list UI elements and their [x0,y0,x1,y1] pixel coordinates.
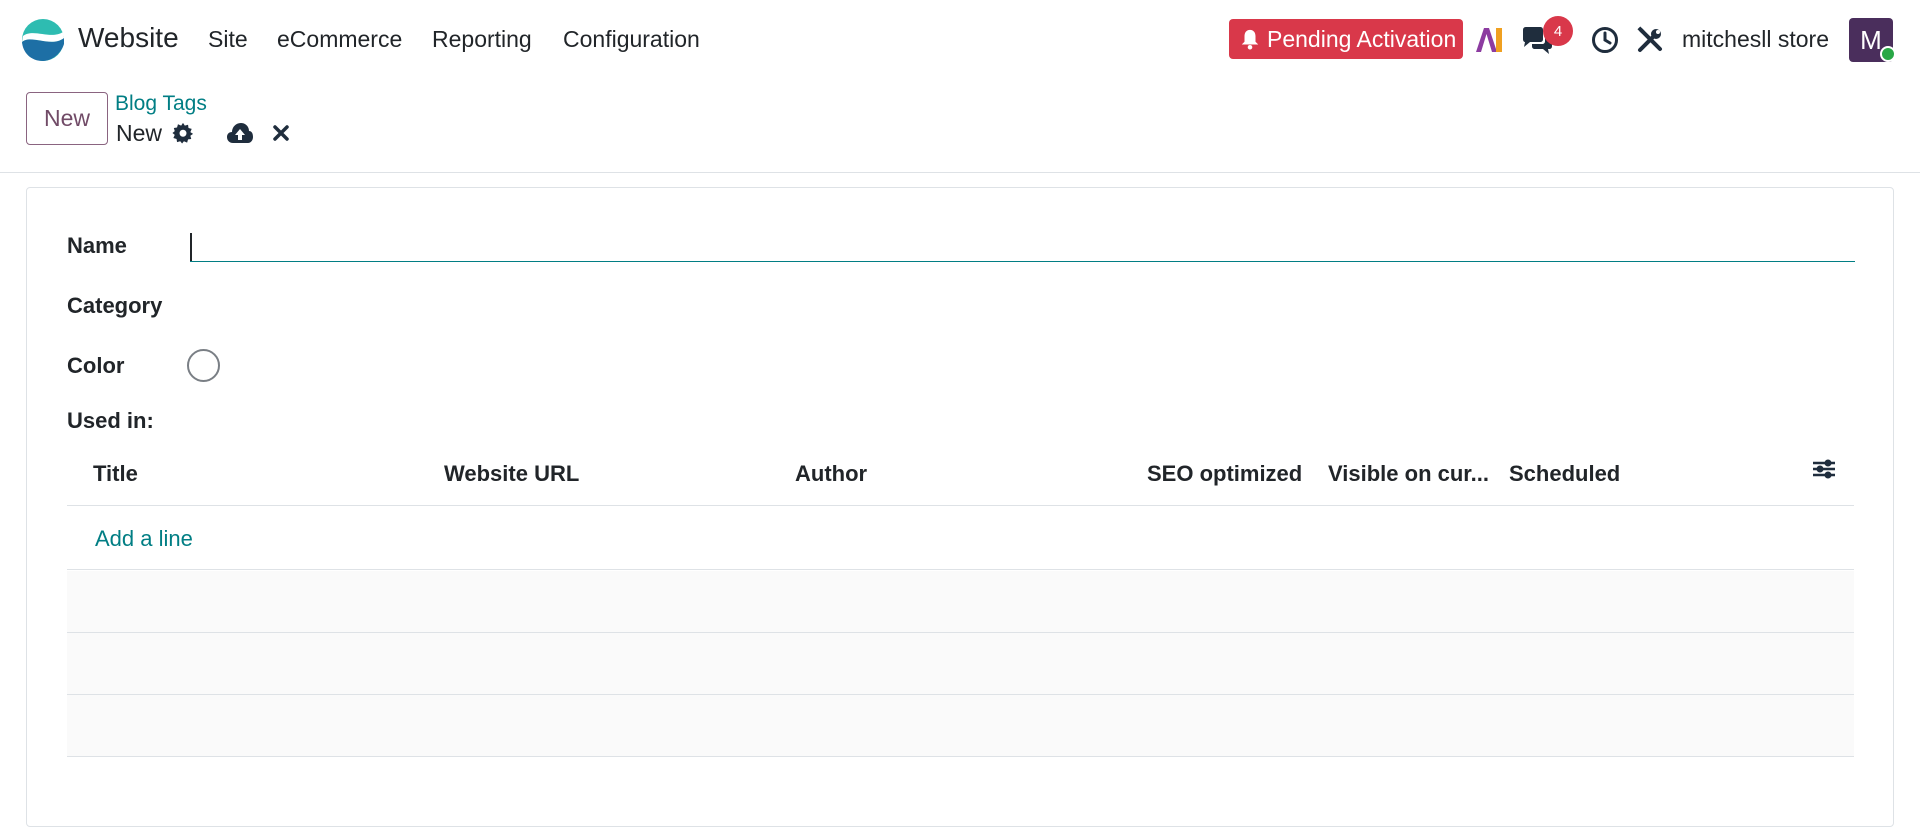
table-row [67,695,1854,757]
column-visible-on-current-website[interactable]: Visible on cur... [1328,461,1493,487]
add-a-line-link[interactable]: Add a line [95,526,193,552]
used-in-label: Used in: [67,408,154,433]
top-navbar: Website Site eCommerce Reporting Configu… [0,0,1920,80]
add-line-row: Add a line [67,506,1854,570]
menu-site[interactable]: Site [208,26,248,53]
online-status-dot [1880,46,1896,62]
menu-reporting[interactable]: Reporting [432,26,532,53]
cloud-upload-icon[interactable] [226,122,254,144]
breadcrumb-blog-tags[interactable]: Blog Tags [115,92,207,116]
color-label: Color [67,353,125,378]
color-picker[interactable] [187,349,220,382]
text-cursor [190,233,192,261]
website-app-icon[interactable] [21,18,65,62]
messages-count-badge: 4 [1543,16,1573,46]
pending-activation-button[interactable]: Pending Activation [1229,19,1463,59]
control-panel: New Blog Tags New [0,80,1920,173]
optional-columns-icon[interactable] [1811,457,1837,481]
column-website-url[interactable]: Website URL [444,461,579,487]
new-button[interactable]: New [26,92,108,145]
breadcrumb-current: New [116,120,163,146]
category-label: Category [67,293,163,318]
table-row [67,571,1854,633]
clock-icon[interactable] [1591,26,1619,54]
menu-configuration[interactable]: Configuration [563,26,700,53]
column-author[interactable]: Author [795,461,867,487]
gear-icon[interactable] [172,122,194,144]
name-label: Name [67,233,127,258]
company-name[interactable]: mitchesll store [1682,26,1829,53]
pending-activation-label: Pending Activation [1267,25,1457,52]
table-row [67,633,1854,695]
bell-icon [1241,29,1259,50]
discard-icon[interactable] [272,124,290,142]
column-seo-optimized[interactable]: SEO optimized [1147,461,1302,487]
name-input[interactable] [190,228,1855,262]
ai-icon[interactable] [1474,26,1504,54]
form-sheet: Name Category Color Used in: Title Websi… [26,187,1894,827]
tools-icon[interactable] [1636,26,1664,54]
table-header: Title Website URL Author SEO optimized V… [67,443,1854,506]
column-title[interactable]: Title [93,461,138,487]
column-scheduled[interactable]: Scheduled [1509,461,1620,487]
app-name[interactable]: Website [78,22,179,54]
menu-ecommerce[interactable]: eCommerce [277,26,402,53]
